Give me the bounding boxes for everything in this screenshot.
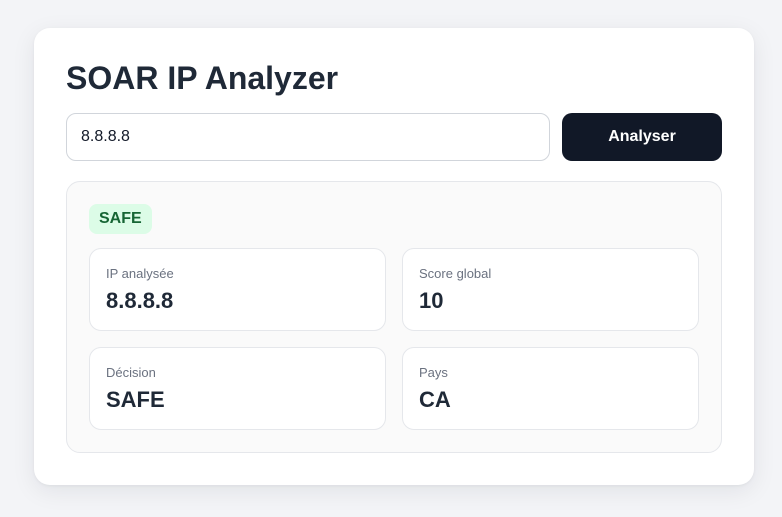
stat-card-country: Pays CA (402, 347, 699, 430)
status-badge: SAFE (89, 204, 152, 234)
stat-card-ip: IP analysée 8.8.8.8 (89, 248, 386, 331)
stat-value: 8.8.8.8 (106, 288, 174, 313)
stat-card-score: Score global 10 (402, 248, 699, 331)
analyze-button[interactable]: Analyser (562, 113, 722, 161)
stat-label: Décision (106, 365, 156, 380)
page-title: SOAR IP Analyzer (66, 60, 339, 96)
stat-card-decision: Décision SAFE (89, 347, 386, 430)
stat-value: 10 (419, 288, 444, 313)
stat-value: SAFE (106, 387, 165, 412)
analyzer-card: SOAR IP Analyzer Analyser SAFE IP analys… (34, 28, 754, 485)
stat-label: Score global (419, 266, 492, 281)
stat-label: Pays (419, 365, 448, 380)
result-panel: SAFE IP analysée 8.8.8.8 Score global 10… (66, 181, 722, 453)
stat-value: CA (419, 387, 451, 412)
ip-input[interactable] (66, 113, 550, 161)
stat-label: IP analysée (106, 266, 174, 281)
